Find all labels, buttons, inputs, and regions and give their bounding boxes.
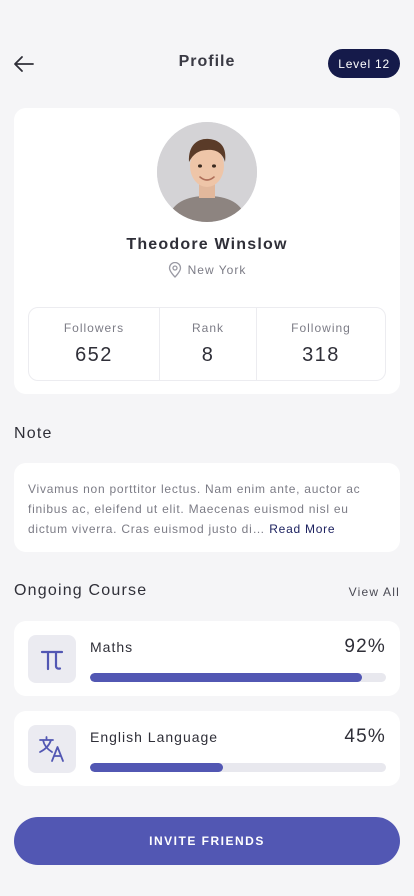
top-bar: Profile Level 12	[0, 44, 414, 84]
course-progress-fill	[90, 673, 363, 682]
level-badge: Level 12	[328, 49, 400, 78]
user-name: Theodore Winslow	[126, 236, 288, 253]
course-card-maths[interactable]: Maths 92%	[14, 621, 400, 696]
stat-value: 318	[302, 344, 340, 366]
course-card-english[interactable]: English Language 45%	[14, 711, 400, 786]
view-all-link[interactable]: View All	[349, 585, 400, 599]
translate-icon	[39, 736, 64, 762]
course-icon-box	[28, 635, 76, 683]
stat-label: Rank	[191, 321, 224, 335]
course-percent: 45%	[344, 726, 386, 747]
stat-following[interactable]: Following 318	[256, 308, 385, 380]
course-icon-box	[28, 725, 76, 773]
stat-value: 652	[75, 344, 113, 366]
pi-icon	[40, 650, 64, 671]
stat-label: Followers	[63, 321, 125, 335]
note-section-title: Note	[14, 425, 53, 442]
course-name: English Language	[90, 729, 219, 745]
avatar[interactable]	[157, 122, 257, 222]
stat-label: Following	[291, 321, 351, 335]
course-progress-bar	[90, 763, 386, 772]
location-label: New York	[187, 263, 247, 277]
course-progress-fill	[90, 763, 224, 772]
profile-card: Theodore Winslow New York Followers 652 …	[14, 108, 400, 394]
course-name: Maths	[90, 639, 134, 655]
course-progress-bar	[90, 673, 386, 682]
map-pin-icon	[168, 262, 181, 278]
stats-row: Followers 652 Rank 8 Following 318	[28, 307, 386, 381]
avatar-image	[157, 122, 257, 222]
course-percent: 92%	[344, 636, 386, 657]
user-location: New York	[14, 262, 400, 278]
note-body: Vivamus non porttitor lectus. Nam enim a…	[28, 479, 386, 539]
invite-friends-button[interactable]: INVITE FRIENDS	[14, 817, 400, 865]
stat-followers[interactable]: Followers 652	[29, 308, 159, 380]
read-more-link[interactable]: Read More	[269, 522, 335, 536]
course-section-title: Ongoing Course	[14, 582, 148, 599]
stat-value: 8	[201, 344, 215, 366]
note-card: Vivamus non porttitor lectus. Nam enim a…	[14, 463, 400, 552]
stat-rank[interactable]: Rank 8	[159, 308, 256, 380]
